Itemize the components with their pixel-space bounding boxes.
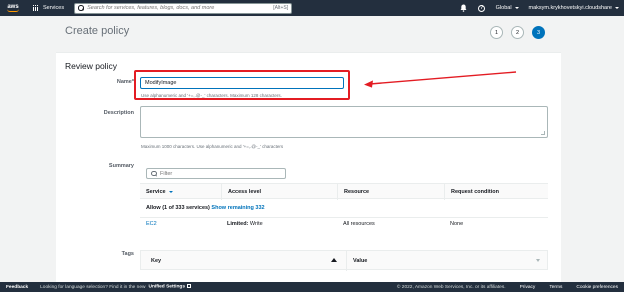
column-header-value-label: Value bbox=[353, 258, 368, 264]
sort-asc-icon[interactable] bbox=[331, 258, 337, 262]
step-1-indicator[interactable]: 1 bbox=[490, 26, 503, 39]
request-condition-cell: None bbox=[450, 221, 464, 227]
cookie-preferences-link[interactable]: Cookie preferences bbox=[576, 285, 618, 290]
show-remaining-link[interactable]: Show remaining 332 bbox=[211, 205, 264, 211]
wizard-steps: 1 2 3 bbox=[490, 26, 545, 39]
sort-icon[interactable] bbox=[536, 259, 540, 262]
column-header-service-label: Service bbox=[146, 189, 166, 195]
privacy-link[interactable]: Privacy bbox=[520, 285, 536, 290]
services-label: Services bbox=[43, 5, 65, 11]
region-selector[interactable]: Global bbox=[496, 5, 519, 11]
resource-cell: All resources bbox=[343, 221, 375, 227]
sort-desc-icon bbox=[168, 191, 173, 193]
description-textarea[interactable] bbox=[140, 106, 548, 138]
language-selection-text: Looking for language selection? Find it … bbox=[40, 284, 146, 290]
annotation-arrow bbox=[364, 71, 517, 88]
search-shortcut-hint: [Alt+S] bbox=[273, 5, 289, 11]
global-search-box[interactable]: [Alt+S] bbox=[74, 2, 293, 14]
search-icon bbox=[151, 170, 157, 177]
grid-icon bbox=[33, 5, 39, 11]
column-header-key[interactable]: Key bbox=[145, 251, 341, 271]
access-level-detail: Write bbox=[248, 221, 263, 227]
resize-handle-icon[interactable] bbox=[541, 131, 545, 135]
search-icon bbox=[78, 5, 84, 11]
allow-group-row: Allow (1 of 333 services) Show remaining… bbox=[146, 205, 265, 211]
name-label: Name* bbox=[116, 79, 134, 85]
feedback-link[interactable]: Feedback bbox=[6, 285, 28, 290]
footer-links: © 2022, Amazon Web Services, Inc. or its… bbox=[397, 285, 618, 290]
column-header-service[interactable]: Service bbox=[140, 184, 221, 200]
summary-table-header: Service Access level Resource Request co… bbox=[140, 183, 548, 200]
summary-filter-box[interactable] bbox=[146, 168, 286, 179]
step-2-indicator[interactable]: 2 bbox=[511, 26, 524, 39]
global-search-input[interactable] bbox=[87, 5, 271, 11]
caret-down-icon bbox=[615, 7, 619, 9]
unified-settings-label: Unified Settings bbox=[148, 284, 185, 290]
tags-label: Tags bbox=[121, 251, 134, 257]
top-navigation-bar: aws Services [Alt+S] ? Global maksym.kry… bbox=[0, 0, 624, 16]
annotation-highlight-box bbox=[134, 70, 350, 100]
column-header-key-label: Key bbox=[151, 258, 162, 264]
account-label: maksym.krykhovetskyi.cloudshare bbox=[528, 5, 612, 11]
summary-table: Service Access level Resource Request co… bbox=[140, 183, 548, 227]
column-header-request-condition[interactable]: Request condition bbox=[444, 184, 548, 200]
section-title: Review policy bbox=[65, 61, 117, 71]
column-header-value[interactable]: Value bbox=[346, 251, 549, 271]
table-row: EC2 Limited: Write All resources None bbox=[140, 217, 548, 230]
notifications-bell-icon[interactable] bbox=[460, 4, 468, 12]
page-title: Create policy bbox=[65, 25, 130, 37]
allow-group-text: Allow (1 of 333 services) bbox=[146, 205, 210, 211]
step-3-indicator: 3 bbox=[532, 26, 545, 39]
column-header-access-level[interactable]: Access level bbox=[221, 184, 337, 200]
copyright-text: © 2022, Amazon Web Services, Inc. or its… bbox=[396, 284, 506, 290]
help-icon[interactable]: ? bbox=[478, 4, 486, 12]
aws-logo[interactable]: aws bbox=[5, 4, 21, 12]
access-level-cell: Limited: Write bbox=[227, 221, 263, 227]
description-label: Description bbox=[103, 110, 134, 116]
caret-down-icon bbox=[514, 7, 519, 9]
tags-table: Key Value bbox=[140, 250, 549, 271]
column-header-resource[interactable]: Resource bbox=[337, 184, 444, 200]
description-hint: Maximum 1000 characters. Use alphanumeri… bbox=[141, 144, 284, 149]
access-level-type: Limited: bbox=[227, 221, 249, 227]
nav-right-group: ? Global maksym.krykhovetskyi.cloudshare bbox=[460, 4, 619, 12]
footer-bar: Feedback Looking for language selection?… bbox=[0, 282, 624, 292]
terms-link[interactable]: Terms bbox=[549, 285, 562, 290]
services-menu-button[interactable]: Services bbox=[33, 5, 64, 11]
summary-label: Summary bbox=[108, 163, 134, 169]
external-link-icon bbox=[187, 284, 191, 289]
region-label: Global bbox=[495, 5, 512, 11]
summary-filter-input[interactable] bbox=[160, 170, 281, 177]
service-ec2-link[interactable]: EC2 bbox=[146, 221, 157, 227]
aws-smile-icon bbox=[7, 9, 19, 12]
account-menu[interactable]: maksym.krykhovetskyi.cloudshare bbox=[529, 5, 619, 11]
unified-settings-link[interactable]: Unified Settings bbox=[148, 284, 191, 290]
